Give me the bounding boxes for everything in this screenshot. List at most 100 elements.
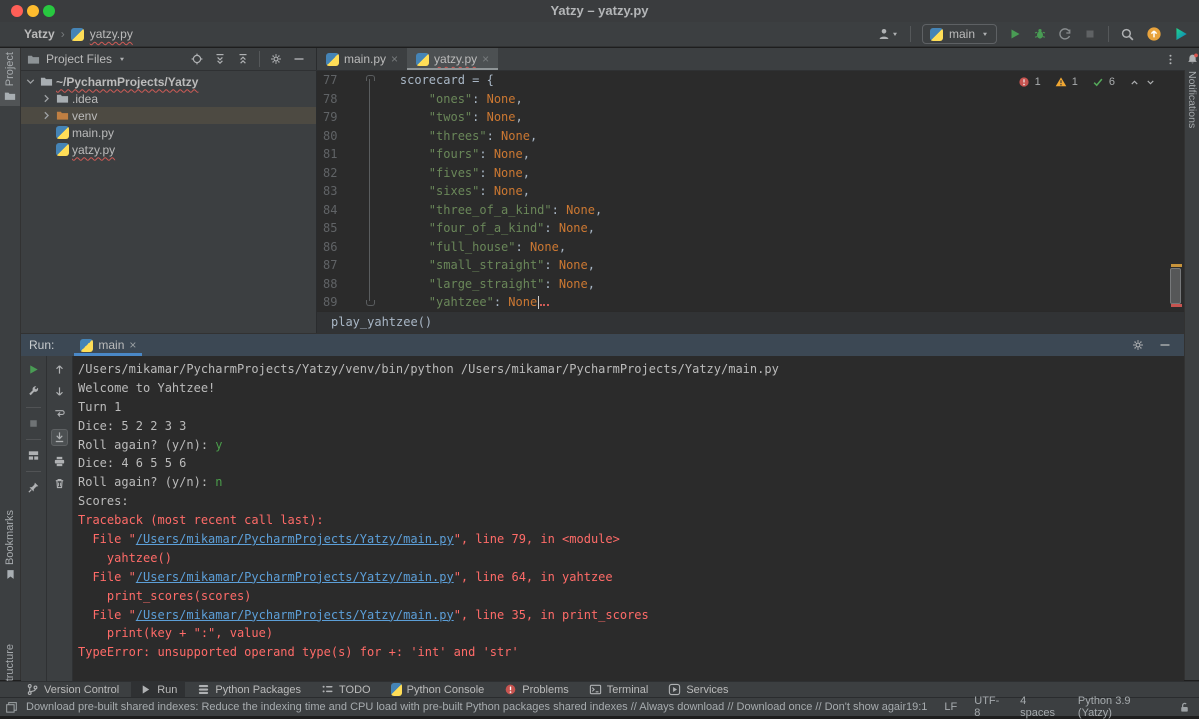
code-with-me-icon[interactable] xyxy=(1173,26,1189,42)
close-window-button[interactable] xyxy=(11,5,23,17)
line-number[interactable]: 84 xyxy=(317,201,365,220)
interpreter[interactable]: Python 3.9 (Yatzy) xyxy=(1078,695,1161,719)
rerun-button[interactable] xyxy=(27,363,40,376)
caret-position[interactable]: 19:1 xyxy=(906,701,927,713)
close-tab-icon[interactable]: × xyxy=(391,53,398,65)
pin-tab-icon[interactable] xyxy=(27,481,40,494)
restore-layout-icon[interactable] xyxy=(27,449,40,462)
stack-frame-link[interactable]: /Users/mikamar/PycharmProjects/Yatzy/mai… xyxy=(136,532,454,546)
line-separator[interactable]: LF xyxy=(944,701,957,713)
line-number[interactable]: 80 xyxy=(317,127,365,146)
profiler-button[interactable] xyxy=(1058,27,1072,41)
maximize-window-button[interactable] xyxy=(43,5,55,17)
editor-options-kebab-icon[interactable] xyxy=(1164,48,1185,70)
collapse-all-icon[interactable] xyxy=(236,52,250,66)
chevron-down-icon[interactable] xyxy=(23,75,37,88)
expand-all-icon[interactable] xyxy=(213,52,227,66)
run-tab-main[interactable]: main × xyxy=(74,334,142,356)
tree-item-pycharmprojects-yatzy[interactable]: ~/PycharmProjects/Yatzy xyxy=(21,73,316,90)
line-number[interactable]: 79 xyxy=(317,108,365,127)
fold-handle-bottom[interactable] xyxy=(366,300,375,306)
update-available-icon[interactable] xyxy=(1146,26,1162,42)
line-number[interactable]: 78 xyxy=(317,90,365,109)
chevron-down-icon[interactable] xyxy=(118,55,126,63)
tree-item-main-py[interactable]: main.py xyxy=(21,124,316,141)
line-number[interactable]: 85 xyxy=(317,219,365,238)
line-number[interactable]: 88 xyxy=(317,275,365,294)
tree-item-idea[interactable]: .idea xyxy=(21,90,316,107)
clear-console-trash-icon[interactable] xyxy=(53,477,66,490)
run-settings-gear-icon[interactable] xyxy=(1131,338,1145,352)
scrollbar-error-mark xyxy=(1171,304,1182,307)
editor-tab-yatzy-py[interactable]: yatzy.py× xyxy=(407,48,498,70)
editor-scrollbar-thumb[interactable] xyxy=(1170,268,1181,304)
stop-process-button[interactable] xyxy=(27,417,40,430)
user-account-icon[interactable] xyxy=(877,27,899,41)
stack-frame-link[interactable]: /Users/mikamar/PycharmProjects/Yatzy/mai… xyxy=(136,570,454,584)
modify-run-config-wrench-icon[interactable] xyxy=(27,385,40,398)
tool-window-button-run[interactable]: Run xyxy=(131,682,185,697)
stop-button[interactable] xyxy=(1083,27,1097,41)
bookmarks-stripe-label: Bookmarks xyxy=(4,510,16,565)
chevron-right-icon[interactable] xyxy=(39,92,53,105)
code-editor[interactable]: 77 scorecard = {78 "ones": None,79 "twos… xyxy=(317,71,1184,311)
project-view-title[interactable]: Project Files xyxy=(46,52,112,66)
unlocked-icon[interactable] xyxy=(1178,701,1191,714)
folder-icon xyxy=(27,53,40,66)
indent-setting[interactable]: 4 spaces xyxy=(1020,695,1061,719)
file-encoding[interactable]: UTF-8 xyxy=(974,695,1003,719)
tool-window-button-bookmarks[interactable]: Bookmarks xyxy=(0,506,20,584)
up-stack-trace-icon[interactable] xyxy=(53,363,66,376)
line-number[interactable]: 83 xyxy=(317,182,365,201)
minimize-window-button[interactable] xyxy=(27,5,39,17)
stack-frame-link[interactable]: /Users/mikamar/PycharmProjects/Yatzy/mai… xyxy=(136,608,454,622)
run-console-output[interactable]: /Users/mikamar/PycharmProjects/Yatzy/ven… xyxy=(73,356,1184,681)
prev-problem-chevron-icon[interactable] xyxy=(1129,77,1140,88)
console-text: Welcome to Yahtzee! xyxy=(78,381,215,395)
close-run-tab-icon[interactable]: × xyxy=(129,338,136,352)
tool-window-button-problems[interactable]: Problems xyxy=(496,682,576,697)
inspections-widget[interactable]: 1 1 6 xyxy=(1018,76,1156,88)
line-number[interactable]: 77 xyxy=(317,71,365,90)
tool-window-button-project[interactable]: Project xyxy=(0,48,20,106)
tool-window-button-services[interactable]: Services xyxy=(660,682,736,697)
tool-window-button-python-packages[interactable]: Python Packages xyxy=(189,682,309,697)
notifications-stripe-label[interactable]: Notifications xyxy=(1186,71,1198,128)
debug-button[interactable] xyxy=(1033,27,1047,41)
line-number[interactable]: 82 xyxy=(317,164,365,183)
tree-item-venv[interactable]: venv xyxy=(21,107,316,124)
soft-wrap-icon[interactable] xyxy=(53,407,66,420)
tool-window-button-todo[interactable]: TODO xyxy=(313,682,379,697)
tool-window-button-version-control[interactable]: Version Control xyxy=(18,682,127,697)
shared-indexes-icon[interactable] xyxy=(5,701,18,714)
line-number[interactable]: 89 xyxy=(317,293,365,312)
search-everywhere-icon[interactable] xyxy=(1120,27,1135,42)
scroll-to-end-icon[interactable] xyxy=(51,429,68,446)
down-stack-trace-icon[interactable] xyxy=(53,385,66,398)
locate-file-icon[interactable] xyxy=(190,52,204,66)
fold-handle-top[interactable] xyxy=(366,75,375,81)
line-number[interactable]: 87 xyxy=(317,256,365,275)
chevron-right-icon[interactable] xyxy=(39,109,53,122)
sticky-context-line[interactable]: play_yahtzee() xyxy=(317,311,1184,333)
console-line: File "/Users/mikamar/PycharmProjects/Yat… xyxy=(78,530,1184,549)
line-number[interactable]: 81 xyxy=(317,145,365,164)
breadcrumb-file[interactable]: yatzy.py xyxy=(90,27,133,41)
line-number[interactable]: 86 xyxy=(317,238,365,257)
code-text: "four_of_a_kind": None, xyxy=(365,219,595,238)
print-console-icon[interactable] xyxy=(53,455,66,468)
tool-window-button-terminal[interactable]: Terminal xyxy=(581,682,657,697)
editor-tab-main-py[interactable]: main.py× xyxy=(317,48,407,70)
run-configuration-select[interactable]: main xyxy=(922,24,997,44)
close-tab-icon[interactable]: × xyxy=(482,53,489,65)
hide-panel-icon[interactable] xyxy=(292,52,306,66)
run-button[interactable] xyxy=(1008,27,1022,41)
breadcrumb-project[interactable]: Yatzy xyxy=(24,27,55,41)
next-problem-chevron-icon[interactable] xyxy=(1145,77,1156,88)
hide-run-panel-icon[interactable] xyxy=(1158,338,1172,352)
notifications-bell-icon[interactable] xyxy=(1186,53,1199,66)
tree-item-yatzy-py[interactable]: yatzy.py xyxy=(21,141,316,158)
settings-gear-icon[interactable] xyxy=(269,52,283,66)
status-message[interactable]: Download pre-built shared indexes: Reduc… xyxy=(26,701,906,713)
tool-window-button-python-console[interactable]: Python Console xyxy=(383,682,493,697)
